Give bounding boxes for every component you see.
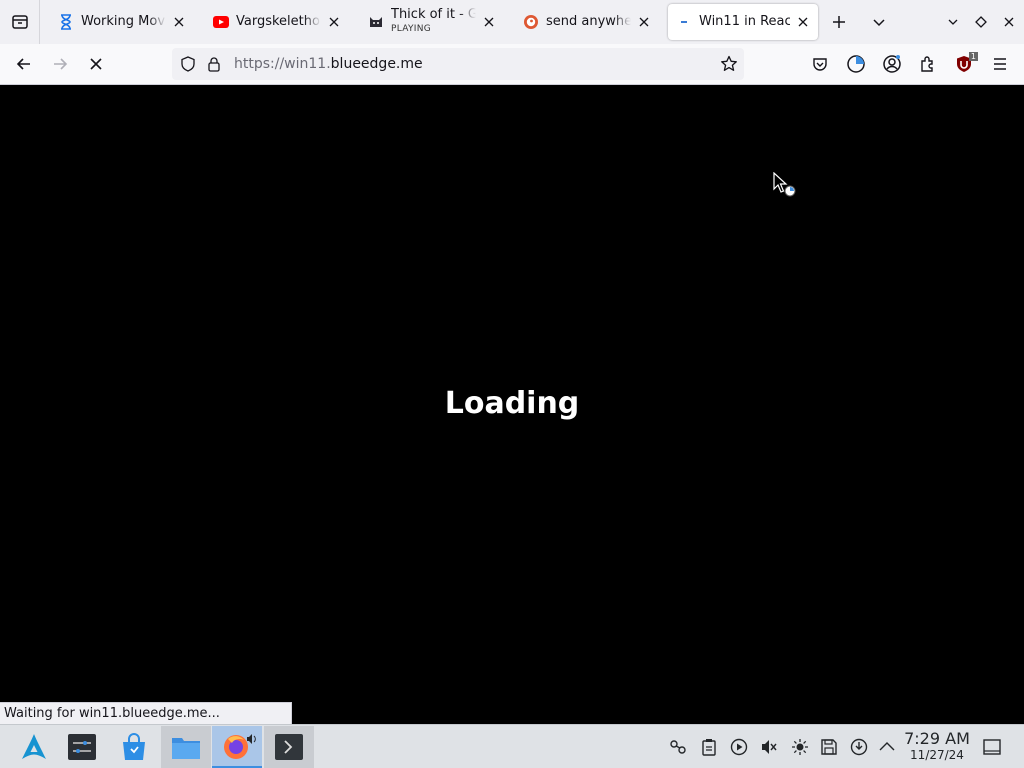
hourglass-icon [58, 14, 74, 30]
status-panel: Waiting for win11.blueedge.me... [0, 702, 292, 724]
maximize-button[interactable] [968, 9, 994, 35]
folder-icon [172, 738, 200, 759]
close-tab-icon[interactable] [796, 15, 810, 29]
media-player-tray[interactable] [729, 737, 749, 757]
clock-date: 11/27/24 [910, 748, 964, 762]
close-tab-icon[interactable] [327, 15, 341, 29]
terminal-icon [275, 734, 303, 760]
close-tab-icon[interactable] [172, 15, 186, 29]
media-play-icon [730, 738, 748, 756]
url-text[interactable]: https://win11.blueedge.me [234, 56, 423, 72]
url-bar[interactable]: https://win11.blueedge.me [172, 48, 744, 80]
clipboard-icon [702, 739, 716, 756]
tab-title: send anywhere [546, 15, 631, 29]
tab-title: Thick of it - Gpc [391, 8, 476, 22]
tab-title: Win11 in React [699, 15, 790, 29]
extension-circle-button[interactable] [842, 50, 870, 78]
stop-icon [90, 58, 102, 70]
tab-vargskelethor[interactable]: Vargskelethor J [205, 4, 349, 40]
taskbar-firefox[interactable] [212, 726, 262, 768]
stop-button[interactable] [82, 50, 110, 78]
clipboard-tray[interactable] [699, 737, 719, 757]
show-desktop-button[interactable] [982, 737, 1002, 757]
back-button[interactable] [10, 50, 38, 78]
settings-app-icon [68, 734, 96, 760]
bookmark-star-icon[interactable] [720, 55, 738, 77]
account-icon [883, 55, 901, 73]
brightness-tray[interactable] [790, 737, 810, 757]
tab-title: Working Movie [81, 15, 166, 29]
updates-tray[interactable] [849, 737, 869, 757]
page-content: Loading [0, 86, 1024, 724]
application-launcher[interactable] [9, 726, 59, 768]
close-icon [1004, 17, 1014, 27]
tab-list-icon [11, 15, 28, 29]
update-icon [850, 738, 868, 756]
show-desktop-icon [983, 739, 1001, 755]
navigation-toolbar: https://win11.blueedge.me 1 [0, 44, 1024, 85]
show-hidden-tray-button[interactable] [877, 737, 897, 757]
arch-logo-icon [22, 734, 46, 759]
save-icon [821, 739, 837, 755]
shield-icon[interactable] [180, 56, 196, 76]
extension-circle-icon [847, 55, 865, 73]
minimize-button[interactable] [940, 9, 966, 35]
media-cat-icon [368, 14, 384, 30]
url-prefix: https://win11. [234, 56, 331, 72]
tab-title: Vargskelethor J [236, 15, 321, 29]
close-tab-icon[interactable] [482, 15, 496, 29]
tab-win11-react[interactable]: Win11 in React [668, 4, 818, 40]
list-all-tabs-button[interactable] [866, 9, 892, 35]
account-button[interactable] [878, 50, 906, 78]
plus-icon [833, 16, 845, 28]
tab-playing-label: PLAYING [391, 24, 432, 34]
chevron-down-icon [873, 19, 885, 27]
clock-time: 7:29 AM [904, 729, 970, 748]
lock-icon[interactable] [207, 56, 221, 76]
loading-text: Loading [444, 386, 580, 421]
muted-volume-icon [762, 740, 777, 754]
tab-list-button[interactable] [0, 0, 40, 44]
minimize-icon [948, 19, 958, 25]
forward-button[interactable] [46, 50, 74, 78]
duckduckgo-icon [523, 14, 539, 30]
extensions-icon [921, 56, 933, 72]
tab-thick-of-it[interactable]: Thick of it - Gpc PLAYING [360, 4, 504, 40]
mouse-cursor-busy-icon [773, 171, 799, 204]
taskbar: 7:29 AM 11/27/24 [0, 724, 1024, 768]
app-menu-button[interactable] [986, 50, 1014, 78]
pocket-icon [813, 58, 827, 71]
maximize-icon [975, 16, 987, 28]
taskbar-system-settings[interactable] [57, 726, 107, 768]
youtube-icon [213, 14, 229, 30]
disks-tray[interactable] [819, 737, 839, 757]
forward-icon [54, 58, 68, 70]
taskbar-file-manager[interactable] [161, 726, 211, 768]
close-window-button[interactable] [996, 9, 1022, 35]
store-bag-icon [123, 733, 145, 760]
tab-working-movie[interactable]: Working Movie [50, 4, 194, 40]
url-domain: blueedge.me [330, 56, 423, 72]
ublock-badge: 1 [968, 52, 978, 61]
digital-clock[interactable]: 7:29 AM 11/27/24 [900, 729, 974, 763]
menu-icon [994, 58, 1006, 70]
new-tab-button[interactable] [826, 9, 852, 35]
tab-strip: Working Movie Vargskelethor J Thick of i… [0, 0, 1024, 44]
brightness-icon [792, 739, 808, 755]
pocket-button[interactable] [806, 50, 834, 78]
chevron-up-icon [879, 742, 895, 751]
tab-send-anywhere[interactable]: send anywhere [515, 4, 659, 40]
extensions-button[interactable] [914, 50, 942, 78]
kdeconnect-tray[interactable] [668, 737, 688, 757]
audio-playing-icon [246, 730, 258, 749]
ublock-button[interactable]: 1 [950, 50, 978, 78]
volume-tray[interactable] [759, 737, 779, 757]
kdeconnect-icon [670, 740, 686, 754]
taskbar-terminal[interactable] [264, 726, 314, 768]
taskbar-software-store[interactable] [109, 726, 159, 768]
loading-dot-icon [676, 14, 692, 30]
back-icon [16, 58, 30, 70]
close-tab-icon[interactable] [637, 15, 651, 29]
